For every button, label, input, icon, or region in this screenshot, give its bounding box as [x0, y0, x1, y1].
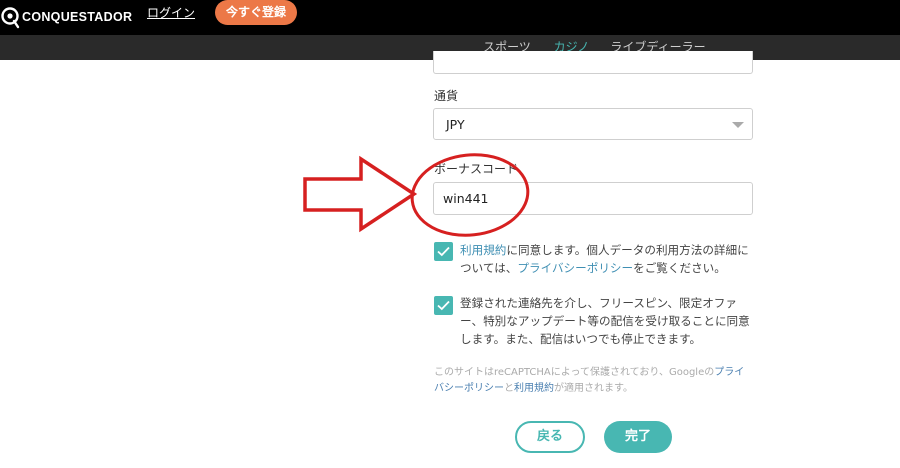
currency-select[interactable]: JPY [433, 108, 753, 140]
bonus-code-label: ボーナスコード [434, 162, 519, 176]
top-bar: CONQUESTADOR ログイン 今すぐ登録 [0, 0, 900, 35]
chevron-down-icon [732, 122, 744, 128]
check-icon [437, 246, 450, 257]
recaptcha-notice: このサイトはreCAPTCHAによって保護されており、Googleのプライバシー… [434, 365, 754, 397]
terms-checkbox[interactable] [434, 242, 453, 261]
recaptcha-text-part2: と [504, 383, 514, 394]
back-button[interactable]: 戻る [515, 421, 585, 453]
red-arrow-annotation [303, 155, 418, 233]
terms-text: 利用規約に同意します。個人データの利用方法の詳細については、プライバシーポリシー… [460, 241, 752, 277]
terms-link[interactable]: 利用規約 [460, 243, 506, 257]
recaptcha-terms-link[interactable]: 利用規約 [514, 383, 554, 394]
logo-icon [1, 7, 20, 29]
logo-text: CONQUESTADOR [22, 10, 133, 24]
marketing-consent-text: 登録された連絡先を介し、フリースピン、限定オファー、特別なアップデート等の配信を… [460, 296, 750, 346]
previous-field[interactable] [433, 51, 753, 74]
privacy-policy-link[interactable]: プライバシーポリシー [517, 261, 633, 275]
join-now-button[interactable]: 今すぐ登録 [215, 0, 297, 25]
recaptcha-text-part1: このサイトはreCAPTCHAによって保護されており、Googleの [434, 367, 715, 378]
marketing-checkbox[interactable] [434, 296, 453, 315]
complete-button[interactable]: 完了 [604, 421, 672, 453]
bonus-code-input[interactable] [433, 182, 753, 215]
recaptcha-text-part3: が適用されます。 [554, 383, 633, 394]
terms-text-part2: をご覧ください。 [633, 261, 726, 275]
login-link[interactable]: ログイン [147, 4, 195, 21]
currency-value: JPY [446, 117, 465, 132]
check-icon [437, 300, 450, 311]
currency-label: 通貨 [434, 89, 459, 103]
